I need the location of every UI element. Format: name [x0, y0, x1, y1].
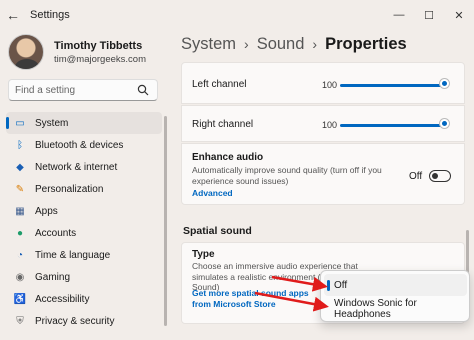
sidebar-item-label: Network & internet: [35, 161, 118, 173]
sidebar-item-label: Privacy & security: [35, 316, 115, 328]
enhance-audio-title: Enhance audio: [192, 152, 264, 163]
sidebar-item-gaming[interactable]: ◉ Gaming: [6, 267, 162, 289]
sidebar-item-label: Bluetooth & devices: [35, 139, 124, 151]
avatar: [8, 34, 44, 70]
enhance-toggle-label: Off: [409, 171, 423, 182]
controller-icon: ◉: [15, 272, 25, 284]
sidebar-item-apps[interactable]: ▦ Apps: [6, 200, 162, 222]
minimize-button[interactable]: —: [384, 0, 414, 30]
right-channel-slider-thumb[interactable]: [440, 119, 449, 128]
search-input[interactable]: Find a setting: [8, 79, 158, 101]
sidebar-item-system[interactable]: ▭ System: [6, 112, 162, 135]
sidebar-item-label: Personalization: [35, 183, 104, 195]
left-channel-slider[interactable]: [340, 84, 444, 87]
back-button[interactable]: ←: [0, 0, 26, 30]
get-spatial-apps-link[interactable]: Get more spatial sound apps from Microso…: [192, 288, 322, 309]
right-channel-value: 100: [322, 120, 338, 130]
breadcrumb-separator: ›: [244, 36, 249, 52]
close-button[interactable]: ✕: [444, 0, 474, 30]
sidebar-item-label: System: [35, 117, 69, 129]
sidebar-item-label: Accounts: [35, 228, 77, 240]
left-channel-slider-thumb[interactable]: [440, 79, 449, 88]
accessibility-icon: ♿: [13, 294, 27, 306]
enhance-audio-card: Enhance audio Automatically improve soun…: [181, 143, 465, 205]
sidebar-item-bluetooth-devices[interactable]: ᛒ Bluetooth & devices: [6, 134, 162, 156]
sidebar-item-privacy-security[interactable]: ⛨ Privacy & security: [6, 311, 162, 333]
breadcrumb-system[interactable]: System: [181, 35, 236, 54]
sidebar-scrollbar[interactable]: [164, 112, 168, 332]
sidebar-item-accounts[interactable]: ● Accounts: [6, 222, 162, 244]
advanced-link[interactable]: Advanced: [192, 188, 233, 198]
search-icon[interactable]: [137, 83, 151, 97]
brush-icon: ✎: [15, 183, 25, 195]
globe-clock-icon: ◔: [16, 250, 24, 262]
bluetooth-icon: ᛒ: [17, 139, 23, 151]
sidebar-item-label: Time & language: [35, 250, 111, 262]
spatial-sound-dropdown[interactable]: Off Windows Sonic for Headphones: [320, 270, 470, 322]
sidebar-item-label: Accessibility: [35, 294, 90, 306]
title-bar: ← Settings — ☐ ✕: [0, 0, 474, 30]
dropdown-option-off[interactable]: Off: [324, 274, 467, 296]
user-profile[interactable]: Timothy Tibbetts tim@majorgeeks.com: [8, 32, 168, 72]
person-icon: ●: [16, 228, 24, 240]
window-controls: — ☐ ✕: [384, 0, 474, 30]
search-placeholder: Find a setting: [15, 84, 76, 96]
sidebar-item-personalization[interactable]: ✎ Personalization: [6, 178, 162, 200]
right-channel-slider[interactable]: [340, 124, 444, 127]
spatial-sound-heading: Spatial sound: [183, 225, 252, 237]
right-channel-label: Right channel: [192, 119, 254, 130]
sidebar-item-label: Apps: [35, 205, 58, 217]
enhance-audio-toggle[interactable]: [429, 170, 451, 182]
left-channel-value: 100: [322, 80, 338, 90]
dropdown-option-windows-sonic[interactable]: Windows Sonic for Headphones: [324, 298, 467, 320]
sidebar-item-accessibility[interactable]: ♿ Accessibility: [6, 289, 162, 311]
spatial-type-title: Type: [192, 249, 215, 260]
enhance-audio-description: Automatically improve sound quality (tur…: [192, 165, 382, 186]
maximize-button[interactable]: ☐: [414, 0, 444, 30]
profile-email: tim@majorgeeks.com: [54, 53, 146, 65]
breadcrumb: System › Sound › Properties: [181, 33, 407, 55]
sidebar-item-label: Gaming: [35, 272, 71, 284]
monitor-icon: ▭: [15, 117, 25, 129]
wifi-icon: ◆: [16, 161, 24, 173]
left-channel-label: Left channel: [192, 79, 247, 90]
apps-icon: ▦: [15, 205, 25, 217]
sidebar-nav: ▭ System ᛒ Bluetooth & devices ◆ Network & in…: [6, 112, 162, 333]
shield-icon: ⛨: [16, 316, 24, 328]
sidebar-item-time-language[interactable]: ◔ Time & language: [6, 245, 162, 267]
sidebar-item-network-internet[interactable]: ◆ Network & internet: [6, 156, 162, 178]
app-title: Settings: [30, 9, 70, 21]
page-title: Properties: [325, 34, 407, 53]
left-channel-card: Left channel 100: [181, 62, 465, 104]
profile-name: Timothy Tibbetts: [54, 39, 143, 52]
breadcrumb-sound[interactable]: Sound: [257, 35, 305, 54]
breadcrumb-separator: ›: [312, 36, 318, 52]
right-channel-card: Right channel 100: [181, 105, 465, 142]
